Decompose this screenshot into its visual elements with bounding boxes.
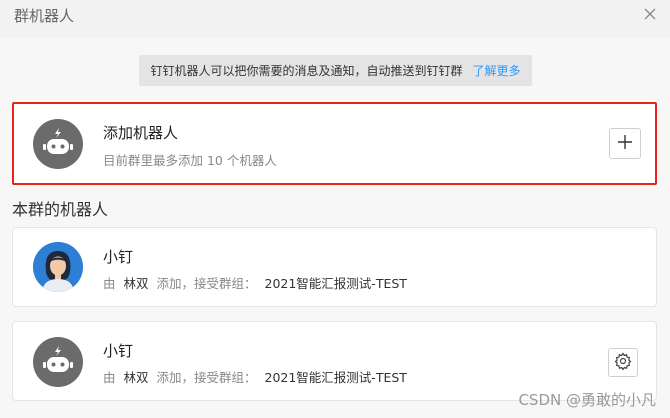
robot-icon bbox=[33, 337, 83, 387]
by-label: 由 bbox=[103, 370, 116, 385]
robot-name: 小钉 bbox=[103, 248, 134, 266]
gear-icon bbox=[614, 351, 632, 374]
person-avatar-icon bbox=[33, 242, 83, 292]
add-robot-card[interactable]: 添加机器人 目前群里最多添加 10 个机器人 bbox=[12, 102, 657, 185]
robot-icon bbox=[33, 119, 83, 169]
robot-panel: 钉钉机器人可以把你需要的消息及通知，自动推送到钉钉群 了解更多 添加机器人 目前… bbox=[0, 38, 670, 418]
robot-name: 小钉 bbox=[103, 342, 134, 360]
add-robot-button[interactable] bbox=[609, 128, 641, 159]
title-bar: 群机器人 bbox=[0, 0, 670, 38]
close-icon[interactable] bbox=[640, 4, 660, 24]
section-title: 本群的机器人 bbox=[12, 200, 109, 219]
by-label: 由 bbox=[103, 276, 116, 291]
watermark: CSDN @勇敢的小凡 bbox=[518, 391, 656, 409]
robot-card[interactable]: 小钉 由 林双 添加，接受群组： 2021智能汇报测试-TEST bbox=[12, 227, 657, 307]
add-robot-subtitle: 目前群里最多添加 10 个机器人 bbox=[103, 153, 277, 168]
robot-action: 添加，接受群组： bbox=[156, 370, 257, 385]
plus-icon bbox=[617, 134, 633, 154]
notice-text: 钉钉机器人可以把你需要的消息及通知，自动推送到钉钉群 bbox=[150, 64, 463, 78]
robot-settings-button[interactable] bbox=[608, 348, 638, 377]
learn-more-link[interactable]: 了解更多 bbox=[473, 62, 521, 79]
robot-meta: 由 林双 添加，接受群组： 2021智能汇报测试-TEST bbox=[103, 273, 411, 292]
robot-owner: 林双 bbox=[123, 276, 149, 291]
robot-owner: 林双 bbox=[123, 370, 149, 385]
window-title: 群机器人 bbox=[14, 7, 75, 25]
robot-action: 添加，接受群组： bbox=[156, 276, 257, 291]
info-notice: 钉钉机器人可以把你需要的消息及通知，自动推送到钉钉群 了解更多 bbox=[139, 55, 532, 86]
robot-group: 2021智能汇报测试-TEST bbox=[264, 276, 407, 291]
robot-meta: 由 林双 添加，接受群组： 2021智能汇报测试-TEST bbox=[103, 367, 411, 386]
robot-group: 2021智能汇报测试-TEST bbox=[264, 370, 407, 385]
add-robot-title: 添加机器人 bbox=[103, 124, 179, 142]
